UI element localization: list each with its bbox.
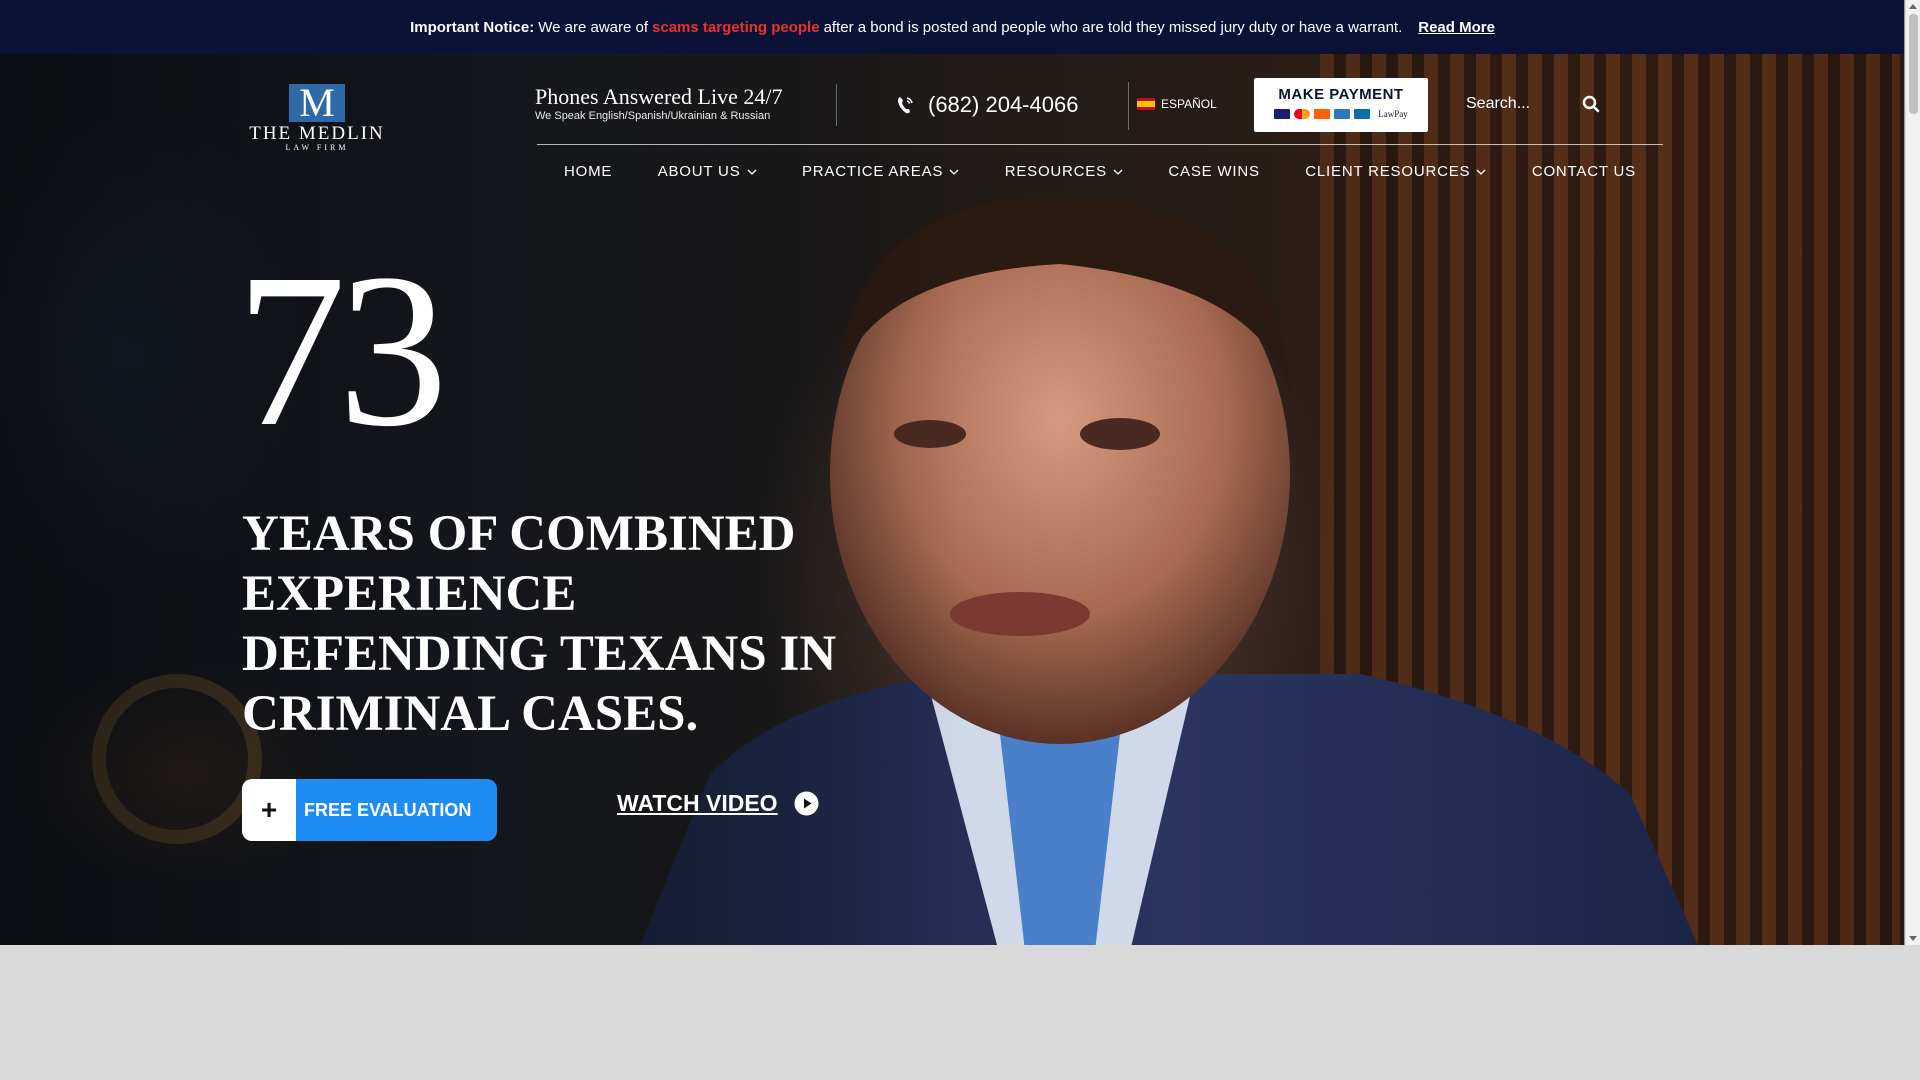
make-payment-button[interactable]: MAKE PAYMENT LawPay bbox=[1254, 78, 1428, 132]
nav-item-practice-areas[interactable]: PRACTICE AREAS bbox=[802, 163, 959, 180]
chevron-down-icon bbox=[1113, 169, 1123, 175]
watch-video-link[interactable]: WATCH VIDEO bbox=[617, 790, 819, 817]
nav-item-resources[interactable]: RESOURCES bbox=[1005, 163, 1123, 180]
nav-item-home[interactable]: HOME bbox=[564, 163, 612, 180]
notice-label: Important Notice: bbox=[410, 18, 535, 36]
phone-icon bbox=[898, 97, 913, 114]
payment-cards: LawPay bbox=[1254, 109, 1428, 119]
notice-text-after: after a bond is posted and people who ar… bbox=[823, 18, 1403, 36]
nav-item-contact-us[interactable]: CONTACT US bbox=[1532, 163, 1636, 180]
scrollbar-thumb[interactable] bbox=[1909, 14, 1918, 114]
firm-logo[interactable]: M THE MEDLIN LAW FIRM bbox=[241, 83, 393, 154]
plus-icon: + bbox=[242, 779, 296, 841]
echeck-icon bbox=[1354, 109, 1371, 119]
nav-label: CASE WINS bbox=[1168, 163, 1260, 180]
chevron-down-icon bbox=[949, 169, 959, 175]
search-input[interactable] bbox=[1466, 95, 1566, 113]
notice-highlight: scams targeting people bbox=[652, 18, 820, 36]
free-evaluation-button[interactable]: + FREE EVALUATION bbox=[242, 779, 497, 841]
lawpay-brand: LawPay bbox=[1378, 109, 1408, 119]
nav-label: HOME bbox=[564, 163, 613, 180]
browser-viewport: Important Notice: We are aware of scams … bbox=[0, 0, 1905, 945]
watch-video-label: WATCH VIDEO bbox=[617, 790, 778, 816]
chevron-down-icon bbox=[1476, 169, 1486, 175]
play-icon bbox=[794, 791, 819, 816]
page-scrollbar[interactable] bbox=[1905, 0, 1920, 945]
nav-item-client-resources[interactable]: CLIENT RESOURCES bbox=[1305, 163, 1486, 180]
logo-subtitle: LAW FIRM bbox=[285, 143, 349, 152]
phone-number: (682) 204-4066 bbox=[928, 92, 1079, 117]
read-more-link[interactable]: Read More bbox=[1418, 19, 1495, 36]
free-evaluation-label: FREE EVALUATION bbox=[296, 779, 497, 841]
nav-label: RESOURCES bbox=[1004, 163, 1107, 180]
phones-live-block: Phones Answered Live 24/7 We Speak Engli… bbox=[535, 84, 782, 123]
nav-label: ABOUT US bbox=[657, 163, 741, 180]
phone-link[interactable]: (682) 204-4066 bbox=[896, 92, 1078, 118]
nav-label: PRACTICE AREAS bbox=[801, 163, 944, 180]
logo-mark: M bbox=[289, 83, 345, 123]
language-label: ESPAÑOL bbox=[1161, 97, 1217, 111]
visa-icon bbox=[1274, 109, 1291, 119]
search-box bbox=[1466, 95, 1606, 113]
hero-headline: Years of Combined Experience Defending T… bbox=[242, 506, 837, 742]
notice-bar: Important Notice: We are aware of scams … bbox=[0, 0, 1904, 54]
scroll-up-arrow-icon[interactable] bbox=[1909, 4, 1917, 9]
header-divider bbox=[1128, 82, 1129, 130]
amex-icon bbox=[1334, 109, 1351, 119]
spain-flag-icon bbox=[1137, 98, 1155, 110]
language-switch[interactable]: ESPAÑOL bbox=[1137, 97, 1217, 111]
nav-divider bbox=[537, 144, 1663, 145]
phones-live-subtitle: We Speak English/Spanish/Ukrainian & Rus… bbox=[535, 110, 771, 122]
discover-icon bbox=[1314, 109, 1331, 119]
chevron-down-icon bbox=[747, 169, 756, 175]
nav-label: CONTACT US bbox=[1531, 163, 1636, 180]
years-number: 73 bbox=[236, 228, 448, 472]
nav-item-about-us[interactable]: ABOUT US bbox=[658, 163, 757, 180]
make-payment-label: MAKE PAYMENT bbox=[1278, 86, 1404, 103]
nav-label: CLIENT RESOURCES bbox=[1305, 163, 1471, 180]
main-nav: HOME ABOUT US PRACTICE AREAS RESOURCES C… bbox=[537, 163, 1663, 180]
header-divider bbox=[836, 84, 837, 126]
logo-name: THE MEDLIN bbox=[249, 123, 385, 144]
phones-live-title: Phones Answered Live 24/7 bbox=[535, 84, 783, 109]
search-icon[interactable] bbox=[1582, 95, 1600, 113]
mastercard-icon bbox=[1294, 109, 1311, 119]
nav-item-case-wins[interactable]: CASE WINS bbox=[1168, 163, 1259, 180]
notice-text-before: We are aware of bbox=[538, 18, 649, 36]
scroll-down-arrow-icon[interactable] bbox=[1909, 936, 1917, 941]
